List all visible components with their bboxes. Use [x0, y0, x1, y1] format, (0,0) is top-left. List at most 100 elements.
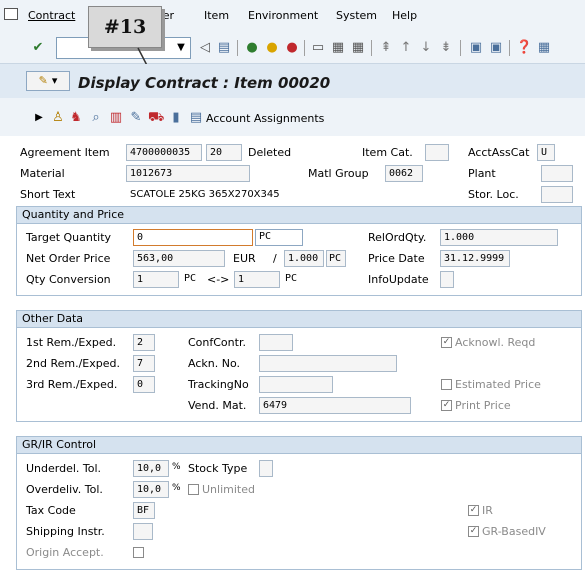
order-price-unit-field[interactable]: PC — [326, 250, 346, 267]
edit-icon[interactable]: ✎ — [128, 110, 144, 126]
help-icon[interactable]: ❓ — [516, 40, 532, 56]
menu-system[interactable]: System — [336, 9, 377, 22]
toolbar-separator — [237, 40, 238, 56]
stock-type-label: Stock Type — [188, 462, 248, 475]
other-data-header: Other Data — [16, 310, 582, 328]
ir-checkbox[interactable]: ✓ — [468, 505, 479, 516]
short-text-label: Short Text — [20, 188, 76, 201]
item-number-field[interactable]: 20 — [206, 144, 242, 161]
texts-icon[interactable]: ▥ — [108, 110, 124, 126]
trackingno-field[interactable] — [259, 376, 333, 393]
infoupdate-label: InfoUpdate — [368, 273, 429, 286]
price-unit-field[interactable]: 1.000 — [284, 250, 324, 267]
expand-arrow-icon[interactable]: ▶ — [31, 110, 47, 126]
ackn-no-field[interactable] — [259, 355, 397, 372]
qty-conv-from-field[interactable]: 1 — [133, 271, 179, 288]
delivery-truck-icon[interactable]: ⛟ — [148, 110, 164, 126]
conditions-icon[interactable]: ♞ — [68, 110, 84, 126]
enter-check-icon[interactable]: ✔ — [30, 40, 46, 56]
toolbar-separator — [304, 40, 305, 56]
print-price-checkbox[interactable]: ✓ — [441, 400, 452, 411]
rem3-field[interactable]: 0 — [133, 376, 155, 393]
toolbar-separator — [509, 40, 510, 56]
infoupdate-field[interactable] — [440, 271, 454, 288]
print-icon[interactable]: ▭ — [310, 40, 326, 56]
material-label: Material — [20, 167, 65, 180]
shipping-field[interactable] — [133, 523, 153, 540]
qty-conv-arrow: <-> — [207, 273, 230, 286]
acctasscat-field[interactable]: U — [537, 144, 555, 161]
rem1-field[interactable]: 2 — [133, 334, 155, 351]
toggle-icon: ✎ — [38, 74, 48, 87]
matl-group-label: Matl Group — [308, 167, 369, 180]
search-icon[interactable]: ⌕ — [88, 110, 104, 126]
menu-help[interactable]: Help — [392, 9, 417, 22]
qty-conv-to-field[interactable]: 1 — [234, 271, 280, 288]
estimated-price-checkbox[interactable] — [441, 379, 452, 390]
page-title: Display Contract : Item 00020 — [78, 74, 331, 92]
underdel-field[interactable]: 10,0 — [133, 460, 169, 477]
find-icon[interactable]: ▦ — [330, 40, 346, 56]
toolbar-separator — [460, 40, 461, 56]
statistics-icon[interactable]: ▮ — [168, 110, 184, 126]
find-next-icon[interactable]: ▦ — [350, 40, 366, 56]
sap-menu-icon[interactable] — [4, 8, 18, 20]
deleted-label: Deleted — [248, 146, 292, 159]
underdel-pct: % — [172, 462, 181, 472]
per-separator: / — [273, 252, 277, 265]
stock-type-field[interactable] — [259, 460, 273, 477]
next-page-icon[interactable]: ↓ — [418, 40, 434, 56]
unlimited-label: Unlimited — [202, 483, 255, 496]
item-cat-field[interactable] — [425, 144, 449, 161]
short-text-field[interactable]: SCATOLE 25KG 365X270X345 — [126, 186, 426, 203]
acknowl-reqd-label: Acknowl. Reqd — [455, 336, 536, 349]
dropdown-icon: ▾ — [51, 74, 58, 87]
print-price-label: Print Price — [455, 399, 511, 412]
shortcut-icon[interactable]: ▣ — [488, 40, 504, 56]
price-date-field[interactable]: 31.12.9999 — [440, 250, 510, 267]
agreement-item-label: Agreement Item — [20, 146, 110, 159]
relordqty-field[interactable]: 1.000 — [440, 229, 558, 246]
exit-icon[interactable]: ● — [264, 40, 280, 56]
overdeliv-label: Overdeliv. Tol. — [26, 483, 103, 496]
acknowl-reqd-checkbox[interactable]: ✓ — [441, 337, 452, 348]
gr-basediv-label: GR-BasedIV — [482, 525, 546, 538]
origin-accept-checkbox[interactable] — [133, 547, 144, 558]
cancel-icon[interactable]: ● — [284, 40, 300, 56]
menu-contract[interactable]: Contract — [28, 9, 75, 22]
display-toggle-button[interactable]: ✎ ▾ — [26, 71, 70, 91]
trackingno-label: TrackingNo — [188, 378, 249, 391]
underdel-label: Underdel. Tol. — [26, 462, 102, 475]
vend-mat-field[interactable]: 6479 — [259, 397, 411, 414]
vend-mat-label: Vend. Mat. — [188, 399, 247, 412]
gr-basediv-checkbox[interactable]: ✓ — [468, 526, 479, 537]
rem2-field[interactable]: 7 — [133, 355, 155, 372]
overdeliv-field[interactable]: 10,0 — [133, 481, 169, 498]
menu-environment[interactable]: Environment — [248, 9, 318, 22]
layout-menu-icon[interactable]: ▦ — [536, 40, 552, 56]
first-page-icon[interactable]: ⇞ — [378, 40, 394, 56]
target-qty-unit-box[interactable] — [255, 229, 303, 246]
menu-item[interactable]: Item — [204, 9, 229, 22]
stor-loc-field[interactable] — [541, 186, 573, 203]
account-assignments-button[interactable]: Account Assignments — [206, 112, 324, 125]
matl-group-field[interactable]: 0062 — [385, 165, 423, 182]
confcontr-field[interactable] — [259, 334, 293, 351]
new-session-icon[interactable]: ▣ — [468, 40, 484, 56]
plant-field[interactable] — [541, 165, 573, 182]
account-assignment-icon[interactable]: ▤ — [188, 110, 204, 126]
price-date-label: Price Date — [368, 252, 425, 265]
target-qty-field[interactable]: 0 — [133, 229, 253, 246]
back-icon[interactable]: ● — [244, 40, 260, 56]
unlimited-checkbox[interactable] — [188, 484, 199, 495]
user-icon[interactable]: ♙ — [50, 110, 66, 126]
previous-page-icon[interactable]: ↑ — [398, 40, 414, 56]
net-price-field[interactable]: 563,00 — [133, 250, 225, 267]
relordqty-label: RelOrdQty. — [368, 231, 427, 244]
back-arrow-icon[interactable]: ◁ — [197, 40, 213, 56]
material-field[interactable]: 1012673 — [126, 165, 250, 182]
save-icon[interactable]: ▤ — [216, 40, 232, 56]
agreement-number-field[interactable]: 4700000035 — [126, 144, 202, 161]
last-page-icon[interactable]: ⇟ — [438, 40, 454, 56]
tax-code-field[interactable]: BF — [133, 502, 155, 519]
